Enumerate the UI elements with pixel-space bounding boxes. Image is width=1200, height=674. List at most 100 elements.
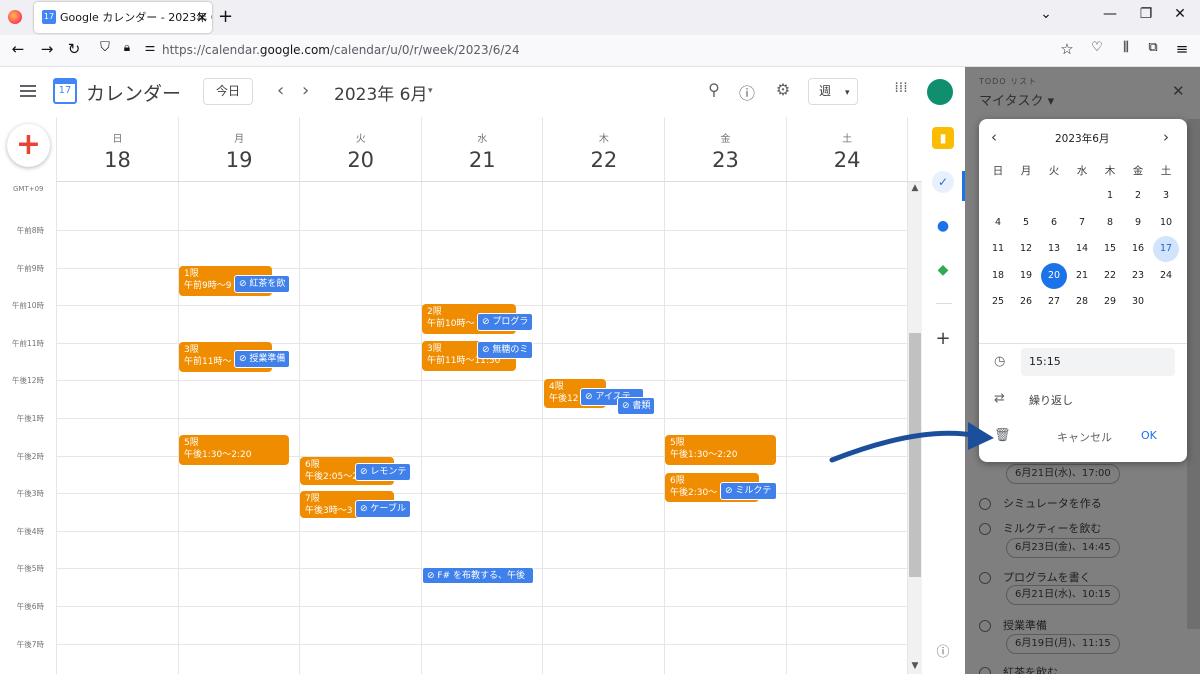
task-chip[interactable]: ⊘ 無糖のミ xyxy=(477,341,533,359)
date-cell[interactable]: 15 xyxy=(1097,236,1123,262)
forward-icon[interactable]: → xyxy=(37,40,57,58)
next-week-button[interactable]: › xyxy=(302,80,309,101)
task-chip[interactable]: ⊘ 書類 xyxy=(617,397,655,415)
day-number[interactable]: 24 xyxy=(787,148,908,172)
date-cell[interactable]: 14 xyxy=(1069,236,1095,262)
task-due-chip[interactable]: 6月23日(金)、14:45 xyxy=(1006,538,1120,558)
time-input[interactable]: 15:15 xyxy=(1021,348,1175,376)
url-bar[interactable]: https://calendar.google.com/calendar/u/0… xyxy=(162,43,520,57)
panel-scrollbar[interactable] xyxy=(1187,119,1200,629)
date-cell[interactable]: 11 xyxy=(985,236,1011,262)
date-cell[interactable]: 5 xyxy=(1013,210,1039,236)
prev-week-button[interactable]: ‹ xyxy=(277,80,284,101)
create-button[interactable]: + xyxy=(7,124,50,167)
day-number[interactable]: 19 xyxy=(179,148,300,172)
task-due-chip[interactable]: 6月21日(水)、17:00 xyxy=(1006,464,1120,484)
date-cell[interactable]: 19 xyxy=(1013,263,1039,289)
date-cell[interactable]: 17 xyxy=(1153,236,1179,262)
date-cell[interactable]: 25 xyxy=(985,289,1011,315)
task-list-selector[interactable]: マイタスク ▾ xyxy=(979,90,1054,109)
avatar[interactable] xyxy=(927,79,953,105)
task-checkbox[interactable] xyxy=(979,620,991,632)
day-number[interactable]: 20 xyxy=(300,148,421,172)
library-icon[interactable]: ⫼ xyxy=(1116,40,1136,55)
ok-button[interactable]: OK xyxy=(1141,429,1157,442)
date-cell[interactable]: 30 xyxy=(1125,289,1151,315)
menu-icon[interactable]: ≡ xyxy=(1172,40,1192,58)
date-cell[interactable]: 7 xyxy=(1069,210,1095,236)
date-cell[interactable]: 27 xyxy=(1041,289,1067,315)
search-icon[interactable]: ⚲ xyxy=(703,80,725,102)
task-due-chip[interactable]: 6月21日(水)、10:15 xyxy=(1006,585,1120,605)
add-addon-icon[interactable]: + xyxy=(932,328,954,350)
task-list-item[interactable]: シミュレータを作る xyxy=(979,495,1102,511)
task-list-item[interactable]: プログラムを書く xyxy=(979,569,1091,585)
reload-icon[interactable]: ↻ xyxy=(64,40,84,58)
new-tab-icon[interactable]: + xyxy=(218,6,233,27)
day-number[interactable]: 18 xyxy=(57,148,178,172)
panel-close-icon[interactable]: ✕ xyxy=(1172,82,1185,100)
view-selector[interactable]: 週 ▾ xyxy=(808,78,858,105)
settings-gear-icon[interactable]: ⚙ xyxy=(772,80,794,102)
date-cell[interactable]: 28 xyxy=(1069,289,1095,315)
apps-grid-icon[interactable]: ⁞⁞⁞ xyxy=(890,80,912,102)
back-icon[interactable]: ← xyxy=(8,40,28,58)
repeat-option[interactable]: 繰り返し xyxy=(1029,392,1073,408)
date-cell[interactable]: 13 xyxy=(1041,236,1067,262)
scroll-down-icon[interactable]: ▼ xyxy=(909,661,921,671)
lock-icon[interactable]: 🔒︎ xyxy=(117,40,137,55)
task-list-item[interactable]: 授業準備 xyxy=(979,617,1047,633)
restore-icon[interactable]: ❐ xyxy=(1136,6,1156,22)
task-chip[interactable]: ⊘ 授業準備 xyxy=(234,350,290,368)
day-number[interactable]: 22 xyxy=(543,148,664,172)
date-cell[interactable]: 26 xyxy=(1013,289,1039,315)
date-cell[interactable]: 10 xyxy=(1153,210,1179,236)
date-cell[interactable]: 22 xyxy=(1097,263,1123,289)
task-list-item[interactable]: ミルクティーを飲む xyxy=(979,520,1101,536)
cancel-button[interactable]: キャンセル xyxy=(1057,429,1112,445)
help-icon[interactable]: ⓘ xyxy=(736,80,758,103)
date-cell[interactable]: 4 xyxy=(985,210,1011,236)
day-number[interactable]: 21 xyxy=(422,148,543,172)
pocket-icon[interactable]: ♡ xyxy=(1087,40,1107,55)
date-cell[interactable]: 3 xyxy=(1153,183,1179,209)
tab-close-icon[interactable]: × xyxy=(194,6,210,28)
day-number[interactable]: 23 xyxy=(665,148,786,172)
month-title[interactable]: 2023年 6月 xyxy=(334,80,427,105)
main-menu-icon[interactable] xyxy=(20,85,36,87)
prev-month-icon[interactable]: ‹ xyxy=(991,128,997,146)
date-cell[interactable]: 23 xyxy=(1125,263,1151,289)
date-cell[interactable]: 21 xyxy=(1069,263,1095,289)
window-close-icon[interactable]: ✕ xyxy=(1170,6,1190,22)
date-cell[interactable]: 24 xyxy=(1153,263,1179,289)
bookmark-star-icon[interactable]: ☆ xyxy=(1057,40,1077,58)
task-checkbox[interactable] xyxy=(979,667,991,674)
tasks-icon[interactable]: ✓ xyxy=(932,171,954,193)
event-block[interactable]: 5限 午後1:30～2:20 xyxy=(665,435,776,465)
task-chip[interactable]: ⊘ 紅茶を飲 xyxy=(234,275,290,293)
task-chip[interactable]: ⊘ ミルクテ xyxy=(720,482,777,500)
maps-icon[interactable]: ◆ xyxy=(932,259,954,281)
date-cell[interactable]: 20 xyxy=(1041,262,1067,289)
task-chip[interactable]: ⊘ ケーブル xyxy=(355,500,411,518)
date-cell[interactable]: 2 xyxy=(1125,183,1151,209)
date-cell[interactable]: 8 xyxy=(1097,210,1123,236)
task-chip[interactable]: ⊘ レモンテ xyxy=(355,463,411,481)
scroll-up-icon[interactable]: ▲ xyxy=(909,183,921,193)
contacts-icon[interactable]: ● xyxy=(932,215,954,237)
permissions-icon[interactable]: ⚌ xyxy=(140,40,160,54)
date-cell[interactable]: 9 xyxy=(1125,210,1151,236)
task-checkbox[interactable] xyxy=(979,498,991,510)
task-checkbox[interactable] xyxy=(979,572,991,584)
task-chip[interactable]: ⊘ F# を布教する、午後 xyxy=(422,567,534,584)
task-list-item[interactable]: 紅茶を飲む xyxy=(979,664,1058,674)
task-due-chip[interactable]: 6月19日(月)、11:15 xyxy=(1006,634,1120,654)
next-month-icon[interactable]: › xyxy=(1163,128,1169,146)
event-block[interactable]: 5限 午後1:30～2:20 xyxy=(179,435,289,465)
extensions-icon[interactable]: ⧉ xyxy=(1143,40,1163,55)
month-caret-icon[interactable]: ▾ xyxy=(428,86,433,96)
date-cell[interactable]: 18 xyxy=(985,263,1011,289)
keep-icon[interactable]: ▮ xyxy=(932,127,954,149)
browser-tab[interactable]: Google カレンダー - 2023年 6月 1 xyxy=(34,2,212,33)
info-icon[interactable]: ⓘ xyxy=(932,642,954,664)
